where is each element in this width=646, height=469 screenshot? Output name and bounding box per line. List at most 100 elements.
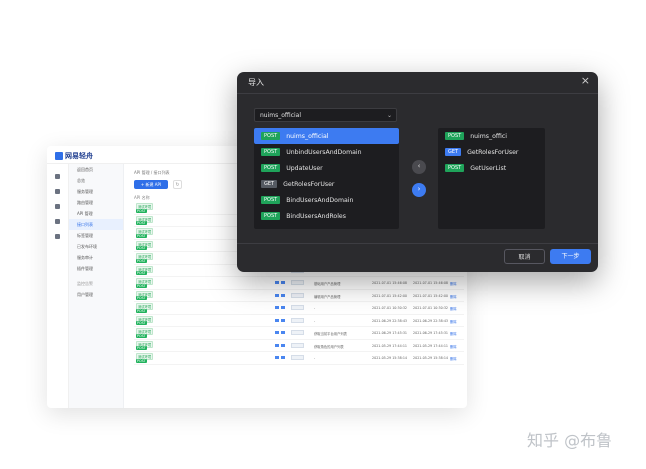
method-badge: GET (261, 180, 278, 188)
method-badge: POST (445, 164, 465, 172)
row-line-2: POST (136, 208, 147, 213)
book-icon[interactable] (55, 219, 60, 224)
chevron-down-icon: ⌄ (386, 112, 392, 119)
icon-rail (47, 164, 69, 408)
copy-icon[interactable] (281, 318, 285, 322)
table-row[interactable]: 测试环境 POST 获取当前平台用户列表 2021-06-29 17:45:31 202… (134, 327, 464, 340)
row-op[interactable]: 删除 (450, 294, 457, 299)
method-badge: POST (136, 233, 147, 238)
api-name: nuims_offici (470, 132, 507, 140)
copy-icon[interactable] (281, 356, 285, 359)
copy-icon[interactable] (281, 281, 285, 284)
grid-icon[interactable] (55, 189, 60, 194)
target-list-item[interactable]: GET GetRolesForUser (438, 144, 545, 160)
row-t2: 2021-05-29 15:38:14 (413, 356, 449, 360)
row-status-badge (291, 292, 304, 298)
edit-icon[interactable] (275, 356, 279, 359)
row-action-icons (275, 331, 285, 334)
table-row[interactable]: 测试环境 POST -2021-05-29 15:38:14 2021-05-29 1… (134, 352, 464, 365)
service-select-value: nuims_official (260, 112, 302, 119)
api-name: UpdateUser (286, 164, 323, 172)
close-icon[interactable]: × (581, 74, 590, 87)
row-action-icons (275, 306, 285, 309)
sidebar-item-users[interactable]: 用户管理 (69, 289, 123, 300)
row-op[interactable]: 删除 (450, 281, 457, 286)
service-select[interactable]: nuims_official ⌄ (254, 108, 397, 122)
source-list-item[interactable]: POST UpdateUser (254, 160, 399, 176)
method-badge: POST (136, 358, 147, 363)
method-badge: POST (136, 208, 147, 213)
message-icon[interactable] (55, 204, 60, 209)
method-badge: POST (261, 164, 281, 172)
row-line-2: POST (136, 283, 147, 288)
row-op[interactable]: 删除 (450, 319, 457, 324)
row-t2: 2021-06-29 17:45:31 (413, 331, 449, 335)
row-line-2: POST (136, 321, 147, 325)
move-left-icon[interactable]: ‹ (412, 160, 426, 174)
api-name: BindUsersAndDomain (286, 196, 354, 204)
refresh-icon[interactable]: ↻ (173, 180, 182, 189)
source-list-item[interactable]: POST UnbindUsersAndDomain (254, 144, 399, 160)
table-row[interactable]: 测试环境 POST 编辑用户产品管理 2021-07-01 15:42:00 2021-… (134, 290, 464, 302)
api-name: GetRolesForUser (467, 148, 519, 156)
row-t1: 2021-05-29 17:44:11 (372, 343, 408, 348)
copy-icon[interactable] (281, 306, 285, 309)
sidebar-item-audit[interactable]: 服务审计 (69, 252, 123, 263)
table-row[interactable]: 测试环境 POST 获取角色的用户列表 2021-05-29 17:44:11 2021… (134, 340, 464, 352)
cancel-button[interactable]: 取消 (504, 249, 545, 264)
brand-logo: 网易轻舟 (55, 151, 93, 161)
row-op[interactable]: 删除 (450, 356, 457, 361)
row-line-2: POST (136, 246, 147, 250)
target-list-item[interactable]: POST GetUserList (438, 160, 545, 176)
chart-icon[interactable] (55, 174, 60, 179)
source-list-item[interactable]: POST nuims_official (254, 128, 399, 144)
copy-icon[interactable] (281, 293, 285, 297)
source-list-item[interactable]: POST BindUsersAndRoles (254, 208, 399, 224)
method-badge: POST (261, 212, 281, 220)
copy-icon[interactable] (281, 343, 285, 347)
source-list-item[interactable]: POST BindUsersAndDomain (254, 192, 399, 208)
sidebar-item-tags[interactable]: 标签管理 (69, 230, 123, 241)
sidebar-item-home[interactable]: 返回首页 (69, 164, 123, 175)
row-op[interactable]: 删除 (450, 344, 457, 349)
row-op[interactable]: 删除 (450, 331, 457, 336)
sidebar-item-api[interactable]: API 管理 (69, 208, 123, 219)
sidebar-item-api-list[interactable]: 接口列表 (69, 219, 123, 230)
edit-icon[interactable] (275, 318, 279, 322)
method-badge: POST (261, 148, 281, 156)
sidebar-item-services[interactable]: 服务管理 (69, 186, 123, 197)
method-badge: POST (261, 132, 281, 140)
dialog-title: 导入 (248, 78, 264, 87)
sidebar-item-monitor[interactable]: 监控告警 (69, 278, 123, 289)
sidebar-item-overview[interactable]: 总览 (69, 175, 123, 186)
edit-icon[interactable] (275, 343, 279, 347)
table-row[interactable]: 测试环境 POST -2021-07-01 10:30:32 2021-07-01 1… (134, 302, 464, 315)
sidebar-item-routes[interactable]: 路由管理 (69, 197, 123, 208)
edit-icon[interactable] (275, 306, 279, 309)
move-right-icon[interactable]: › (412, 183, 426, 197)
api-name: nuims_official (286, 132, 329, 140)
row-t1: 2021-07-01 15:46:08 (372, 281, 408, 285)
row-line-2: POST (136, 333, 147, 338)
next-button[interactable]: 下一步 (550, 249, 591, 264)
table-row[interactable]: 测试环境 POST 基础用户产品管理 2021-07-01 15:46:08 2021-… (134, 277, 464, 290)
edit-icon[interactable] (275, 331, 279, 334)
sidebar-item-plugins[interactable]: 插件管理 (69, 263, 123, 274)
api-name: GetRolesForUser (283, 180, 335, 188)
row-desc: 基础用户产品管理 (314, 282, 341, 286)
edit-icon[interactable] (275, 281, 279, 284)
row-action-icons (275, 356, 285, 359)
new-api-button[interactable]: + 新建 API (134, 180, 168, 189)
sidebar-item-envs[interactable]: 已发布环境 (69, 241, 123, 252)
row-t2: 2021-07-01 10:30:32 (413, 306, 449, 310)
source-api-list: POST nuims_official POST UnbindUsersAndDoma… (254, 128, 399, 229)
settings-icon[interactable] (55, 234, 60, 239)
source-list-item[interactable]: GET GetRolesForUser (254, 176, 399, 192)
row-action-icons (275, 318, 285, 322)
row-op[interactable]: 删除 (450, 306, 457, 311)
edit-icon[interactable] (275, 293, 279, 297)
copy-icon[interactable] (281, 331, 285, 334)
row-status-badge (291, 342, 304, 348)
table-row[interactable]: 测试环境 POST -2021-06-29 22:38:43 2021-06-29 2… (134, 315, 464, 327)
target-list-item[interactable]: POST nuims_offici (438, 128, 545, 144)
